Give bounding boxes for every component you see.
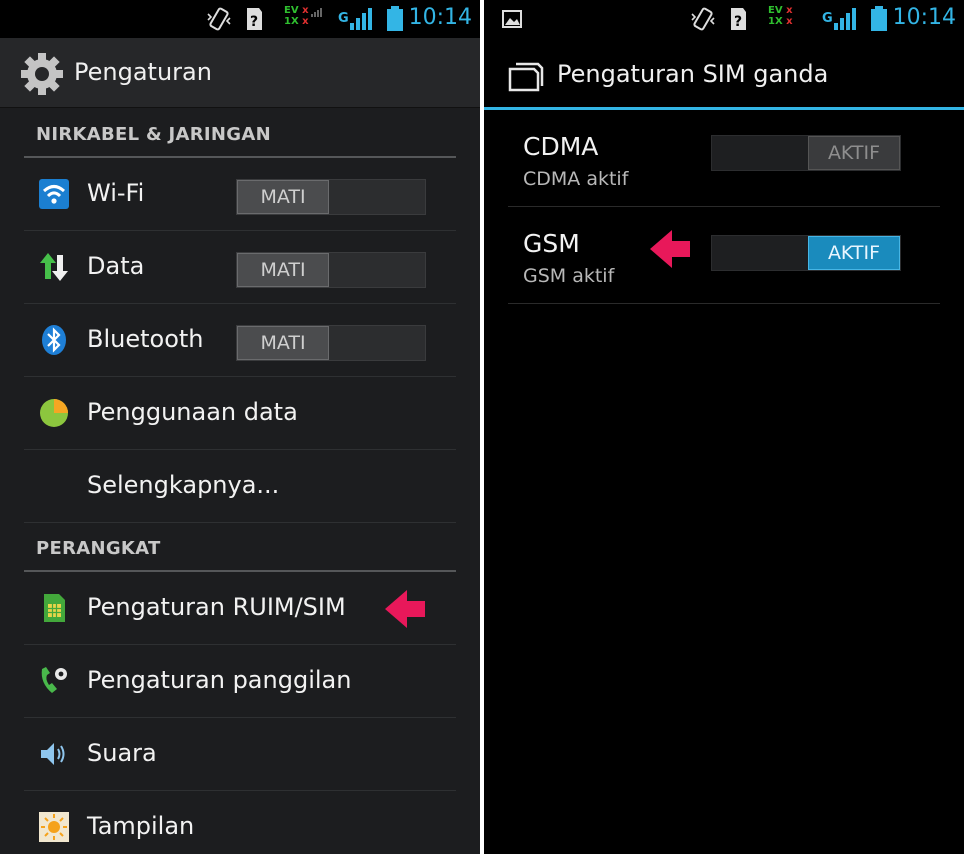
network-type-indicator: EV x 1X x: [284, 5, 309, 27]
settings-item-sound[interactable]: Suara: [24, 718, 456, 791]
svg-text:?: ?: [250, 14, 258, 30]
action-bar: Pengaturan: [0, 38, 480, 108]
image-notification-icon: [502, 10, 522, 28]
dual-sim-icon[interactable]: [508, 62, 544, 92]
data-toggle[interactable]: MATI: [236, 252, 426, 288]
vibrate-icon: [691, 7, 715, 31]
section-header-device: PERANGKAT: [24, 524, 456, 572]
network-type-indicator: EV x 1X x: [768, 5, 793, 27]
brightness-icon: [39, 812, 69, 842]
settings-item-display[interactable]: Tampilan: [24, 791, 456, 854]
highlight-arrow-icon: [650, 230, 690, 268]
ev-signal-icon: [311, 8, 322, 17]
signal-strength-icon: [834, 8, 856, 30]
svg-text:?: ?: [734, 14, 742, 30]
sim-item-gsm[interactable]: GSM GSM aktif AKTIF: [508, 207, 940, 304]
settings-item-ruim-sim[interactable]: Pengaturan RUIM/SIM: [24, 572, 456, 645]
wifi-toggle[interactable]: MATI: [236, 179, 426, 215]
speaker-icon: [41, 743, 65, 765]
action-bar: Pengaturan SIM ganda: [484, 38, 964, 110]
wifi-icon: [39, 179, 69, 209]
sd-card-unknown-icon: ?: [247, 8, 262, 30]
signal-strength-icon: [350, 8, 372, 30]
settings-item-data[interactable]: Data MATI: [24, 231, 456, 304]
vibrate-icon: [207, 7, 231, 31]
clock: 10:14: [408, 5, 472, 30]
bluetooth-icon: [42, 325, 66, 355]
section-header-wireless: NIRKABEL & JARINGAN: [24, 110, 456, 158]
sd-card-unknown-icon: ?: [731, 8, 746, 30]
sim-item-cdma[interactable]: CDMA CDMA aktif AKTIF: [508, 110, 940, 207]
bluetooth-toggle[interactable]: MATI: [236, 325, 426, 361]
battery-icon: [871, 6, 887, 31]
settings-item-data-usage[interactable]: Penggunaan data: [24, 377, 456, 450]
status-bar: ? EV x 1X x G 10:14: [0, 0, 480, 38]
gsm-toggle[interactable]: AKTIF: [711, 235, 901, 271]
page-title: Pengaturan: [74, 58, 212, 86]
highlight-arrow-icon: [385, 590, 425, 628]
data-usage-icon: [40, 399, 68, 427]
cdma-toggle[interactable]: AKTIF: [711, 135, 901, 171]
sim-card-icon: [44, 594, 65, 622]
data-transfer-icon: [40, 253, 68, 281]
settings-item-more[interactable]: Selengkapnya...: [24, 450, 456, 523]
clock: 10:14: [892, 5, 956, 30]
gear-icon[interactable]: [20, 52, 64, 96]
battery-icon: [387, 6, 403, 31]
settings-screen: ? EV x 1X x G 10:14 Pengaturan NIRKABEL …: [0, 0, 480, 854]
status-bar: ? EV x 1X x G 10:14: [484, 0, 964, 38]
settings-item-wifi[interactable]: Wi-Fi MATI: [24, 158, 456, 231]
page-title: Pengaturan SIM ganda: [557, 60, 829, 88]
call-settings-icon: [41, 667, 67, 693]
settings-item-bluetooth[interactable]: Bluetooth MATI: [24, 304, 456, 377]
settings-item-call-settings[interactable]: Pengaturan panggilan: [24, 645, 456, 718]
dual-sim-screen: ? EV x 1X x G 10:14 Pengaturan SIM ganda…: [484, 0, 964, 854]
